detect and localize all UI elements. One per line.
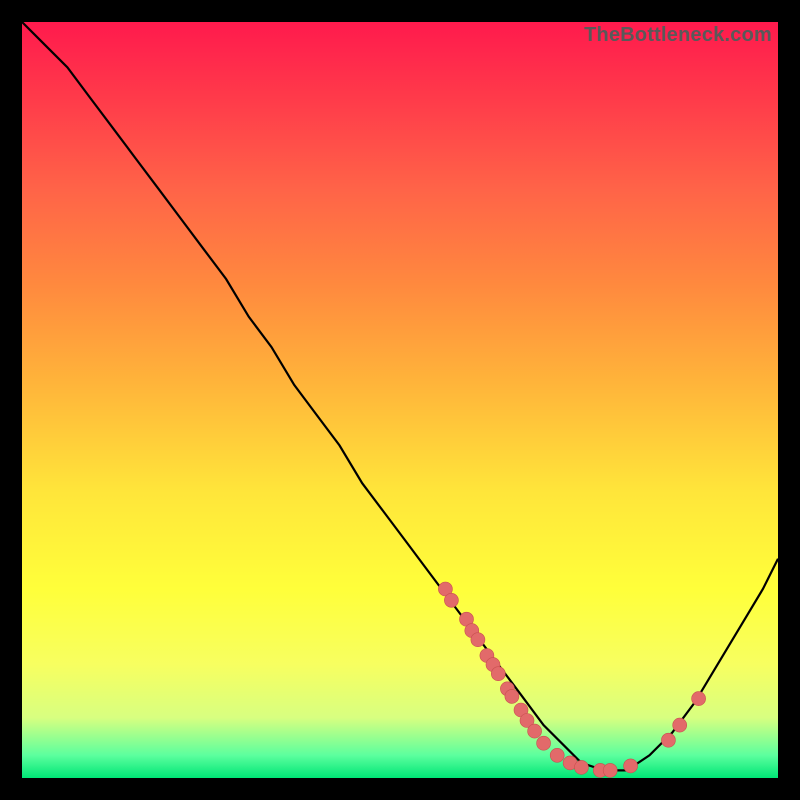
data-marker <box>537 736 551 750</box>
data-marker <box>673 718 687 732</box>
data-marker <box>491 667 505 681</box>
data-marker <box>471 633 485 647</box>
data-marker <box>528 724 542 738</box>
data-marker <box>603 763 617 777</box>
data-marker <box>444 593 458 607</box>
data-marker <box>574 760 588 774</box>
bottleneck-chart <box>22 22 778 778</box>
data-marker <box>661 733 675 747</box>
data-marker <box>550 748 564 762</box>
chart-frame: TheBottleneck.com <box>22 22 778 778</box>
data-marker <box>692 692 706 706</box>
bottleneck-curve <box>22 22 778 770</box>
data-marker <box>505 689 519 703</box>
marker-group <box>438 582 705 777</box>
data-marker <box>624 759 638 773</box>
